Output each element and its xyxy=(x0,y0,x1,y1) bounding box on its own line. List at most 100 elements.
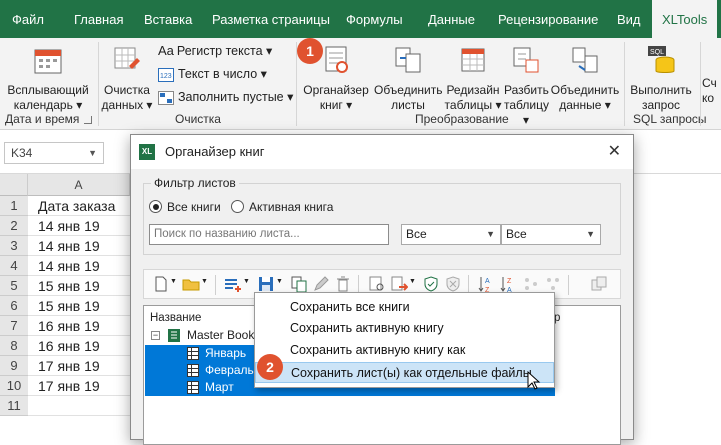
tab-insert[interactable]: Вставка xyxy=(144,0,192,38)
menu-save-sheets-separately[interactable]: Сохранить лист(ы) как отдельные файлы xyxy=(255,362,554,383)
excel-workbook-icon xyxy=(168,329,180,342)
radio-active-book[interactable]: Активная книга xyxy=(231,199,333,215)
fill-blanks-label: Заполнить пустые ▾ xyxy=(178,90,294,104)
fill-blanks-button[interactable]: Заполнить пустые ▾ xyxy=(158,88,293,106)
tab-file[interactable]: Файл xyxy=(12,0,44,38)
tab-page-layout[interactable]: Разметка страницы xyxy=(212,0,330,38)
calendar-label-2: календарь ▾ xyxy=(13,98,83,112)
filter-combo-2[interactable]: Все ▼ xyxy=(501,224,601,245)
menu-save-all-books[interactable]: Сохранить все книги xyxy=(255,297,554,318)
row-header[interactable]: 7 xyxy=(0,316,28,336)
redesign-label-2: таблицы ▾ xyxy=(444,98,502,112)
collapse-minus-icon[interactable]: − xyxy=(151,331,160,340)
step-badge-1: 1 xyxy=(297,38,323,64)
sheet-cell[interactable]: 14 янв 19 xyxy=(28,216,130,236)
text-case-label: Регистр текста ▾ xyxy=(176,44,273,58)
shield-protect-icon[interactable] xyxy=(422,275,440,293)
radio-all-books[interactable]: Все книги xyxy=(149,199,221,215)
filter-combo-1[interactable]: Все ▼ xyxy=(401,224,501,245)
tab-formulas[interactable]: Формулы xyxy=(346,0,403,38)
sheet-cell[interactable]: 16 янв 19 xyxy=(28,336,130,356)
chevron-down-icon[interactable]: ▼ xyxy=(243,278,250,285)
text-to-number-button[interactable]: 123 Текст в число ▾ xyxy=(158,65,267,83)
open-folder-icon[interactable] xyxy=(182,275,200,293)
group-label-datetime: Дата и время xyxy=(5,112,80,126)
rename-pencil-icon[interactable] xyxy=(312,275,330,293)
chevron-down-icon[interactable]: ▼ xyxy=(170,278,177,285)
row-header[interactable]: 9 xyxy=(0,356,28,376)
merge-data-button[interactable]: Объединить данные ▾ xyxy=(548,44,622,113)
sheet-cell[interactable]: 15 янв 19 xyxy=(28,296,130,316)
sheet-search-input[interactable]: Поиск по названию листа... xyxy=(149,224,389,245)
duplicate-icon[interactable] xyxy=(590,275,608,293)
close-icon[interactable]: ✕ xyxy=(608,141,621,161)
menu-save-active-book-as[interactable]: Сохранить активную книгу как xyxy=(255,340,554,361)
table-redesign-button[interactable]: Редизайн таблицы ▾ xyxy=(442,44,504,113)
workbook-organizer-icon xyxy=(325,46,348,73)
row-header[interactable]: 2 xyxy=(0,216,28,236)
row-header[interactable]: 4 xyxy=(0,256,28,276)
collapse-tree-icon[interactable] xyxy=(544,275,562,293)
row-header[interactable]: 6 xyxy=(0,296,28,316)
sheet-cell[interactable]: 14 янв 19 xyxy=(28,256,130,276)
dialog-titlebar: XL Органайзер книг ✕ xyxy=(131,135,633,169)
row-header[interactable]: 3 xyxy=(0,236,28,256)
svg-text:123: 123 xyxy=(160,73,172,80)
save-icon[interactable] xyxy=(257,275,275,293)
name-box-value: K34 xyxy=(11,146,33,160)
chevron-down-icon[interactable]: ▼ xyxy=(409,278,416,285)
chevron-down-icon[interactable]: ▼ xyxy=(201,278,208,285)
xltools-logo-icon: XL xyxy=(139,144,155,160)
split-table-button[interactable]: Разбить таблицу ▾ xyxy=(504,44,549,128)
row-header[interactable]: 8 xyxy=(0,336,28,356)
sheet-cell[interactable]: 15 янв 19 xyxy=(28,276,130,296)
sheet-name: Февраль xyxy=(205,363,254,377)
copy-sheet-icon[interactable] xyxy=(290,275,308,293)
shield-unprotect-icon[interactable] xyxy=(444,275,462,293)
row-header[interactable]: 5 xyxy=(0,276,28,296)
popup-calendar-button[interactable]: Всплывающий календарь ▾ xyxy=(2,44,94,113)
row-header[interactable]: 11 xyxy=(0,396,28,416)
chevron-down-icon[interactable]: ▼ xyxy=(276,278,283,285)
data-cleanup-button[interactable]: Очистка данных ▾ xyxy=(98,44,156,113)
combine-sheets-button[interactable]: Объединить листы xyxy=(374,44,443,113)
chevron-down-icon: ▼ xyxy=(586,229,595,239)
svg-text:SQL: SQL xyxy=(650,49,664,56)
save-dropdown-menu: Сохранить все книги Сохранить активную к… xyxy=(254,292,555,388)
menu-save-active-book[interactable]: Сохранить активную книгу xyxy=(255,318,554,339)
add-sheet-icon[interactable] xyxy=(224,275,242,293)
delete-trash-icon[interactable] xyxy=(334,275,352,293)
tab-home[interactable]: Главная xyxy=(74,0,123,38)
select-all-corner[interactable] xyxy=(0,174,28,196)
dialog-launcher-icon[interactable] xyxy=(84,116,92,124)
sheet-icon xyxy=(187,347,199,360)
sql-database-icon: SQL xyxy=(648,46,675,73)
filter-combo-1-value: Все xyxy=(406,227,427,241)
column-header-a[interactable]: A xyxy=(28,174,130,196)
sheet-cell[interactable] xyxy=(28,396,130,416)
sheet-cell[interactable]: Дата заказа xyxy=(28,196,130,216)
preview-sheet-icon[interactable] xyxy=(368,275,386,293)
tab-view[interactable]: Вид xyxy=(617,0,641,38)
toolbar-separator xyxy=(568,275,569,295)
partial-ribbon-button[interactable]: Сч ко xyxy=(702,76,721,106)
tab-xltools[interactable]: XLTools xyxy=(652,0,718,40)
sort-ascending-icon[interactable]: AZ xyxy=(478,275,496,293)
sheet-cell[interactable]: 16 янв 19 xyxy=(28,316,130,336)
name-box[interactable]: K34 ▼ xyxy=(4,142,104,164)
export-sheet-icon[interactable] xyxy=(390,275,408,293)
row-header[interactable]: 10 xyxy=(0,376,28,396)
sheet-cell[interactable]: 17 янв 19 xyxy=(28,376,130,396)
text-case-button[interactable]: Aa Регистр текста ▾ xyxy=(158,42,272,60)
tab-review[interactable]: Рецензирование xyxy=(498,0,598,38)
merge-label-2: данные ▾ xyxy=(559,98,611,112)
new-document-icon[interactable] xyxy=(152,275,170,293)
run-query-button[interactable]: SQL Выполнить запрос xyxy=(624,44,698,113)
sort-descending-icon[interactable]: ZA xyxy=(500,275,518,293)
ribbon: Всплывающий календарь ▾ Дата и время Очи… xyxy=(0,38,721,130)
row-header[interactable]: 1 xyxy=(0,196,28,216)
sheet-cell[interactable]: 17 янв 19 xyxy=(28,356,130,376)
sheet-cell[interactable]: 14 янв 19 xyxy=(28,236,130,256)
expand-tree-icon[interactable] xyxy=(522,275,540,293)
tab-data[interactable]: Данные xyxy=(428,0,475,38)
